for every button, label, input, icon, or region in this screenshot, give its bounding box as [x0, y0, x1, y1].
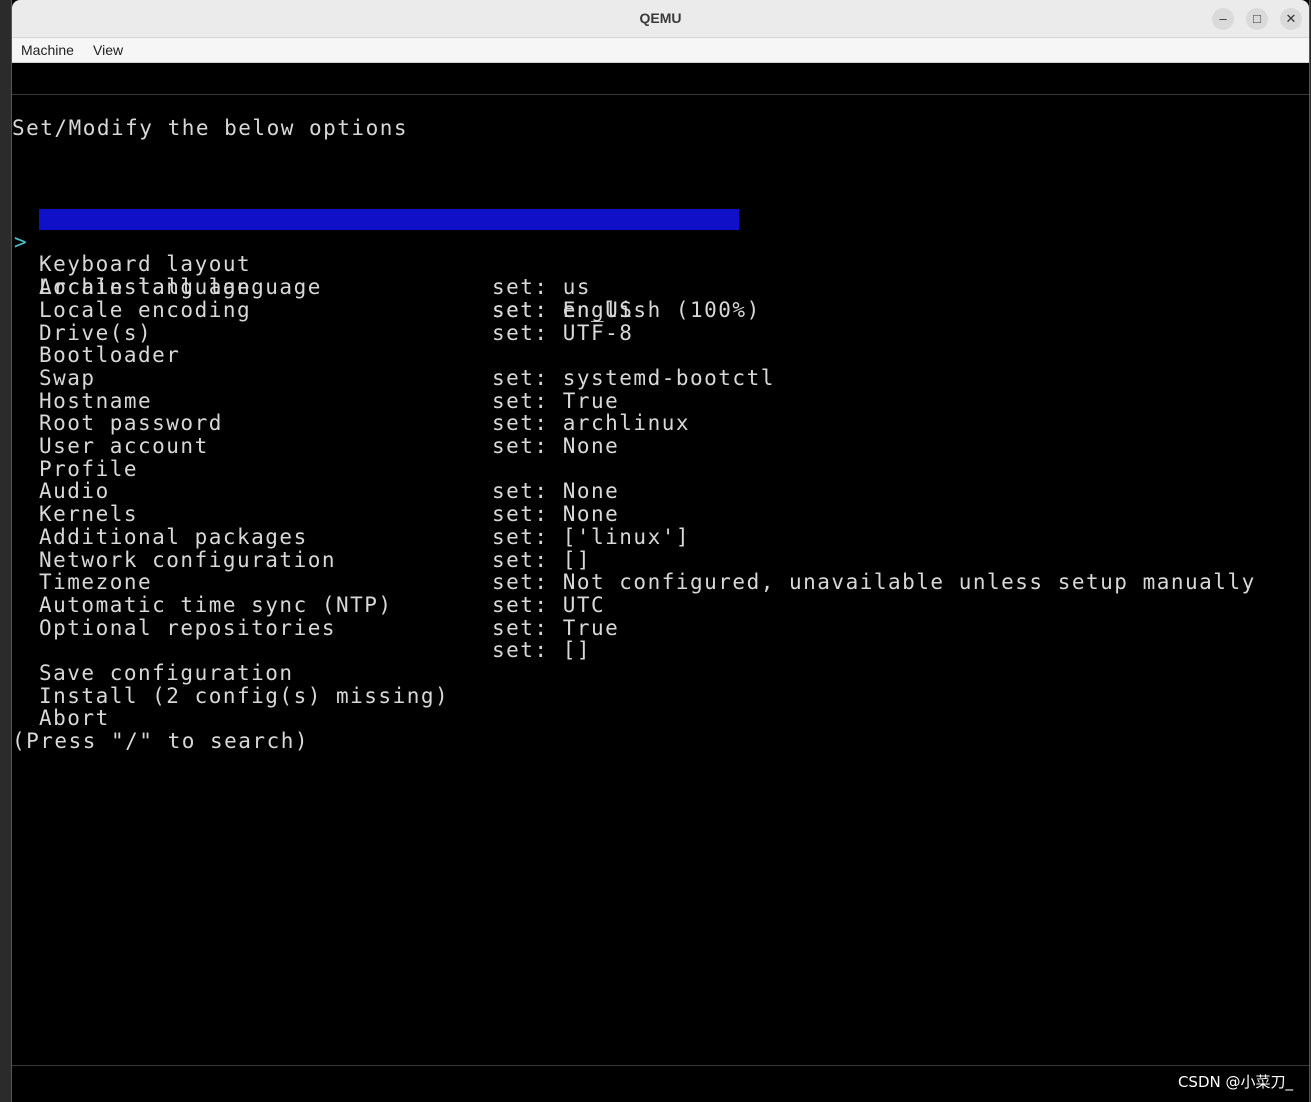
- option-profile[interactable]: Profile set: None: [12, 435, 1292, 458]
- option-label: Optional repositories: [39, 617, 336, 640]
- option-locale-encoding[interactable]: Locale encoding set: UTF-8: [12, 276, 1292, 299]
- option-value: set: True: [492, 617, 619, 640]
- vm-display[interactable]: Set/Modify the below options > Archinsta…: [12, 63, 1309, 1102]
- option-optional-repositories[interactable]: Optional repositories set: []: [12, 594, 1292, 617]
- option-additional-packages[interactable]: Additional packages set: []: [12, 503, 1292, 526]
- action-save-configuration[interactable]: Save configuration: [12, 639, 1292, 662]
- watermark: CSDN @小菜刀_: [1178, 1071, 1293, 1092]
- option-drives[interactable]: Drive(s): [12, 299, 1292, 322]
- option-bootloader[interactable]: Bootloader set: systemd-bootctl: [12, 322, 1292, 345]
- action-install[interactable]: Install (2 config(s) missing): [12, 662, 1292, 685]
- menu-machine[interactable]: Machine: [21, 42, 74, 58]
- bottom-divider: [12, 1065, 1309, 1066]
- option-network-configuration[interactable]: Network configuration set: Not configure…: [12, 526, 1292, 549]
- close-button[interactable]: ✕: [1280, 8, 1302, 30]
- menu-view[interactable]: View: [93, 42, 123, 58]
- menu-bar: Machine View: [12, 38, 1309, 63]
- action-abort[interactable]: Abort: [12, 685, 1292, 708]
- maximize-button[interactable]: □: [1246, 8, 1268, 30]
- title-bar[interactable]: QEMU – □ ✕: [12, 0, 1309, 38]
- top-divider: [12, 94, 1309, 95]
- window-title: QEMU: [12, 10, 1309, 26]
- option-automatic-time-sync[interactable]: Automatic time sync (NTP) set: True: [12, 571, 1292, 594]
- option-timezone[interactable]: Timezone set: UTC: [12, 549, 1292, 572]
- options-menu: > Archinstall language set: English (100…: [12, 208, 1302, 748]
- option-locale-language[interactable]: Locale language set: en_US: [12, 253, 1292, 276]
- option-root-password[interactable]: Root password set: None: [12, 390, 1292, 413]
- option-keyboard-layout[interactable]: Keyboard layout set: us: [12, 231, 1292, 254]
- qemu-window: QEMU – □ ✕ Machine View Set/Modify the b…: [12, 0, 1309, 1102]
- option-kernels[interactable]: Kernels set: ['linux']: [12, 480, 1292, 503]
- option-swap[interactable]: Swap set: True: [12, 344, 1292, 367]
- search-hint-text: (Press "/" to search): [12, 730, 309, 753]
- minimize-button[interactable]: –: [1212, 8, 1234, 30]
- terminal-heading: Set/Modify the below options: [12, 117, 408, 140]
- selection-highlight: [39, 209, 739, 230]
- option-archinstall-language[interactable]: > Archinstall language set: English (100…: [12, 208, 1292, 231]
- option-hostname[interactable]: Hostname set: archlinux: [12, 367, 1292, 390]
- option-user-account[interactable]: User account: [12, 412, 1292, 435]
- option-audio[interactable]: Audio set: None: [12, 458, 1292, 481]
- search-hint: (Press "/" to search): [12, 707, 1292, 730]
